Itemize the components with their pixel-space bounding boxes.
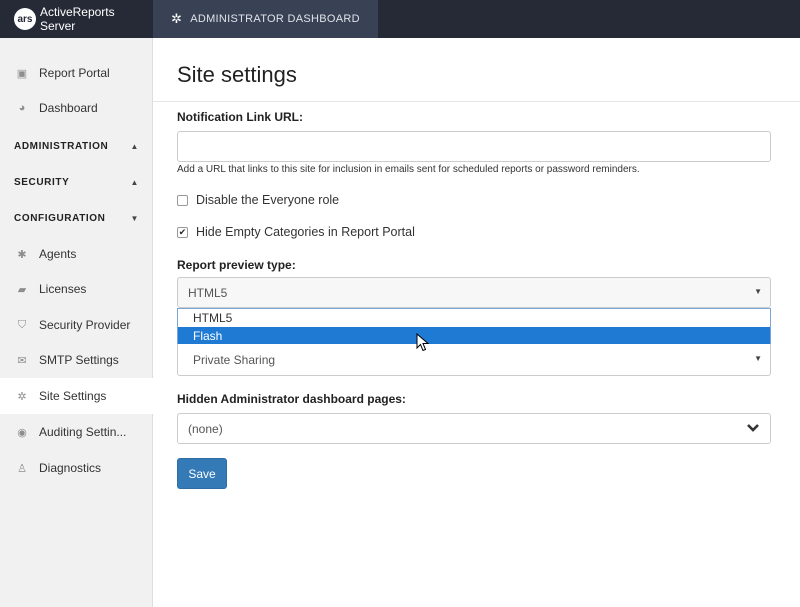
hidden-pages-value: (none) (188, 421, 223, 436)
main-content: Site settings Notification Link URL: Add… (153, 38, 800, 607)
tab-administrator-dashboard-label: ADMINISTRATOR DASHBOARD (190, 13, 360, 25)
sidebar-item-label: Dashboard (39, 101, 98, 115)
sidebar-item-agents[interactable]: ✱ Agents (0, 236, 153, 272)
caret-up-icon: ▲ (130, 141, 139, 151)
sidebar-item-licenses[interactable]: ▰ Licenses (0, 271, 153, 307)
brand-logo: ars (14, 8, 36, 30)
caret-down-icon: ▼ (130, 213, 139, 223)
sidebar-item-site-settings[interactable]: ✲ Site Settings (0, 378, 153, 414)
sidebar-item-label: Auditing Settin... (39, 425, 127, 439)
user-md-icon: ♙ (17, 462, 27, 475)
save-button[interactable]: Save (177, 458, 227, 489)
hide-empty-categories-row[interactable]: ✔ Hide Empty Categories in Report Portal (177, 225, 415, 239)
hidden-pages-label: Hidden Administrator dashboard pages: (177, 392, 406, 406)
brand[interactable]: ars ActiveReports Server (0, 0, 153, 38)
sidebar-item-label: Site Settings (39, 389, 107, 403)
top-bar: ars ActiveReports Server ✲ ADMINISTRATOR… (0, 0, 800, 38)
caret-down-icon: ▼ (754, 354, 762, 363)
page-title: Site settings (177, 62, 297, 87)
brand-name: ActiveReports Server (39, 5, 115, 33)
sidebar-header-label: CONFIGURATION (14, 212, 106, 224)
notification-link-input[interactable] (177, 131, 771, 162)
sidebar-item-label: Licenses (39, 282, 87, 296)
report-preview-type-label: Report preview type: (177, 258, 296, 272)
image-icon: ▣ (16, 67, 28, 80)
sidebar-item-security-provider[interactable]: ⛉ Security Provider (0, 307, 153, 343)
sidebar-item-diagnostics[interactable]: ♙ Diagnostics (0, 450, 153, 486)
sidebar-item-smtp-settings[interactable]: ✉ SMTP Settings (0, 342, 153, 378)
sidebar-header-configuration[interactable]: CONFIGURATION ▼ (0, 200, 153, 236)
sidebar-item-report-portal[interactable]: ▣ Report Portal (0, 55, 153, 91)
sidebar: ▣ Report Portal ◕ Dashboard ADMINISTRATI… (0, 38, 153, 607)
eye-icon: ◉ (17, 426, 27, 439)
sidebar-item-label: Report Portal (39, 66, 110, 80)
sidebar-item-label: SMTP Settings (39, 353, 119, 367)
envelope-icon: ✉ (17, 354, 27, 367)
hidden-pages-select[interactable]: (none) (177, 413, 771, 444)
sidebar-item-auditing-settings[interactable]: ◉ Auditing Settin... (0, 414, 153, 450)
disable-everyone-row[interactable]: Disable the Everyone role (177, 193, 339, 207)
notification-link-label: Notification Link URL: (177, 110, 303, 124)
disable-everyone-checkbox[interactable] (177, 194, 188, 206)
dashboard-icon: ◕ (18, 102, 26, 114)
sharing-value: Private Sharing (193, 352, 276, 367)
sidebar-item-label: Security Provider (39, 318, 131, 332)
sidebar-header-security[interactable]: SECURITY ▲ (0, 164, 153, 200)
disable-everyone-label: Disable the Everyone role (196, 193, 340, 207)
caret-up-icon: ▲ (130, 177, 139, 187)
sidebar-item-label: Diagnostics (39, 461, 102, 475)
report-preview-type-select[interactable]: HTML5 ▼ (177, 277, 771, 308)
sidebar-header-administration[interactable]: ADMINISTRATION ▲ (0, 128, 153, 164)
gear-icon: ✲ (17, 390, 27, 403)
gears-icon: ✲ (171, 11, 183, 26)
report-preview-type-value: HTML5 (188, 285, 228, 300)
mouse-cursor-icon (416, 333, 430, 352)
tab-administrator-dashboard[interactable]: ✲ ADMINISTRATOR DASHBOARD (153, 0, 378, 38)
hide-empty-categories-checkbox[interactable]: ✔ (177, 226, 188, 238)
title-divider (153, 101, 800, 102)
sidebar-item-dashboard[interactable]: ◕ Dashboard (0, 90, 153, 126)
shield-icon: ⛉ (17, 318, 27, 331)
dropdown-option-html5[interactable]: HTML5 (178, 309, 770, 327)
hide-empty-categories-label: Hide Empty Categories in Report Portal (196, 225, 415, 239)
notification-link-help: Add a URL that links to this site for in… (177, 164, 640, 175)
chevron-down-icon (747, 424, 759, 432)
caret-down-icon: ▼ (754, 287, 762, 296)
asterisk-icon: ✱ (17, 248, 27, 261)
sidebar-header-label: SECURITY (14, 176, 70, 188)
sidebar-item-label: Agents (39, 247, 77, 261)
sidebar-header-label: ADMINISTRATION (14, 140, 109, 152)
sharing-select[interactable]: Private Sharing ▼ (177, 344, 771, 376)
dropdown-option-flash[interactable]: Flash (178, 327, 770, 345)
book-icon: ▰ (17, 283, 27, 296)
report-preview-type-dropdown: HTML5 Flash (177, 308, 771, 346)
